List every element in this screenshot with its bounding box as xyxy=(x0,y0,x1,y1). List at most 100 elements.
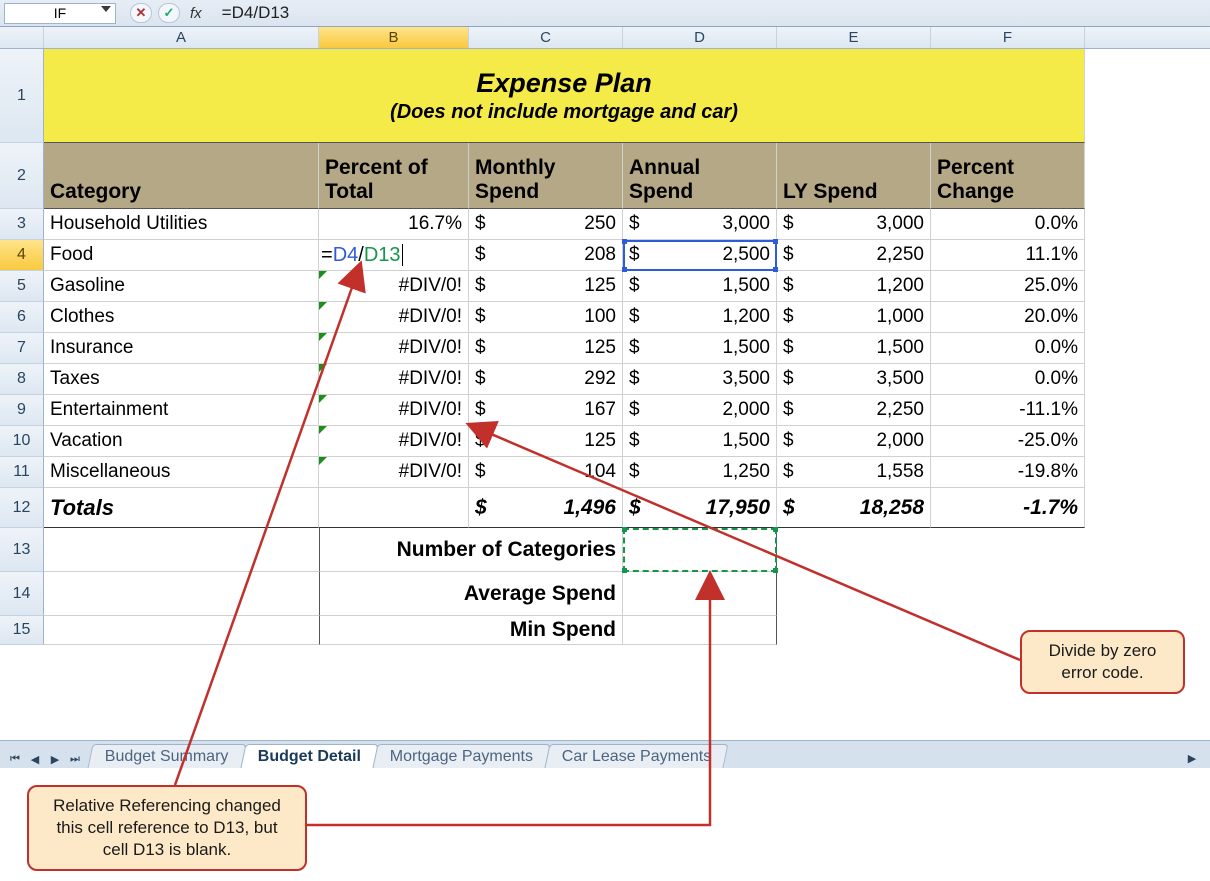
cell-b11[interactable]: #DIV/0! xyxy=(319,457,469,488)
cell-c11[interactable]: $104 xyxy=(469,457,623,488)
col-header-F[interactable]: F xyxy=(931,27,1085,48)
header-change[interactable]: Percent Change xyxy=(931,143,1085,209)
totals-b[interactable] xyxy=(319,488,469,528)
tab-nav-next[interactable]: ▶ xyxy=(46,750,64,768)
cell-e10[interactable]: $2,000 xyxy=(777,426,931,457)
cell-b4[interactable]: =D4/D13 xyxy=(319,240,469,271)
cell-f9[interactable]: -11.1% xyxy=(931,395,1085,426)
cell-a3[interactable]: Household Utilities xyxy=(44,209,319,240)
cell-c7[interactable]: $125 xyxy=(469,333,623,364)
tab-budget-detail[interactable]: Budget Detail xyxy=(240,744,378,768)
label-min-spend[interactable]: Min Spend xyxy=(319,616,623,645)
cell-e6[interactable]: $1,000 xyxy=(777,302,931,333)
tab-budget-summary[interactable]: Budget Summary xyxy=(87,744,246,768)
totals-d[interactable]: $17,950 xyxy=(623,488,777,528)
cell-a7[interactable]: Insurance xyxy=(44,333,319,364)
tab-scroll-right[interactable]: ▶ xyxy=(1182,748,1202,768)
row-header-1[interactable]: 1 xyxy=(0,49,44,143)
formula-input[interactable]: =D4/D13 xyxy=(222,3,290,23)
tab-car-lease[interactable]: Car Lease Payments xyxy=(544,744,729,768)
cell-c9[interactable]: $167 xyxy=(469,395,623,426)
cell-e7[interactable]: $1,500 xyxy=(777,333,931,364)
cell-b6[interactable]: #DIV/0! xyxy=(319,302,469,333)
cell-e4[interactable]: $2,250 xyxy=(777,240,931,271)
cell-a11[interactable]: Miscellaneous xyxy=(44,457,319,488)
col-header-C[interactable]: C xyxy=(469,27,623,48)
cell-b10[interactable]: #DIV/0! xyxy=(319,426,469,457)
col-header-E[interactable]: E xyxy=(777,27,931,48)
cell-d3[interactable]: $3,000 xyxy=(623,209,777,240)
name-box[interactable]: IF xyxy=(4,3,116,24)
cell-b9[interactable]: #DIV/0! xyxy=(319,395,469,426)
tab-nav-last[interactable]: ⏭ xyxy=(66,750,84,768)
cell-d6[interactable]: $1,200 xyxy=(623,302,777,333)
select-all-cell[interactable] xyxy=(0,27,44,48)
cell-a4[interactable]: Food xyxy=(44,240,319,271)
cell-a5[interactable]: Gasoline xyxy=(44,271,319,302)
cell-f7[interactable]: 0.0% xyxy=(931,333,1085,364)
cell-a14[interactable] xyxy=(44,572,319,616)
cell-d4[interactable]: $2,500 xyxy=(623,240,777,271)
cell-c4[interactable]: $208 xyxy=(469,240,623,271)
cell-d10[interactable]: $1,500 xyxy=(623,426,777,457)
cell-f10[interactable]: -25.0% xyxy=(931,426,1085,457)
row-header-15[interactable]: 15 xyxy=(0,616,44,645)
cell-c8[interactable]: $292 xyxy=(469,364,623,395)
row-header-6[interactable]: 6 xyxy=(0,302,44,333)
cell-d15[interactable] xyxy=(623,616,777,645)
cell-a9[interactable]: Entertainment xyxy=(44,395,319,426)
cell-b7[interactable]: #DIV/0! xyxy=(319,333,469,364)
row-header-13[interactable]: 13 xyxy=(0,528,44,572)
row-header-5[interactable]: 5 xyxy=(0,271,44,302)
cell-d8[interactable]: $3,500 xyxy=(623,364,777,395)
totals-e[interactable]: $18,258 xyxy=(777,488,931,528)
cell-d9[interactable]: $2,000 xyxy=(623,395,777,426)
row-header-11[interactable]: 11 xyxy=(0,457,44,488)
cell-f3[interactable]: 0.0% xyxy=(931,209,1085,240)
label-avg-spend[interactable]: Average Spend xyxy=(319,572,623,616)
dropdown-icon[interactable] xyxy=(101,6,111,12)
header-category[interactable]: Category xyxy=(44,143,319,209)
header-annual[interactable]: Annual Spend xyxy=(623,143,777,209)
cell-c6[interactable]: $100 xyxy=(469,302,623,333)
tab-mortgage[interactable]: Mortgage Payments xyxy=(372,744,550,768)
enter-formula-button[interactable]: ✓ xyxy=(158,3,180,23)
row-header-8[interactable]: 8 xyxy=(0,364,44,395)
cell-d13[interactable] xyxy=(623,528,777,572)
row-header-4[interactable]: 4 xyxy=(0,240,44,271)
row-header-3[interactable]: 3 xyxy=(0,209,44,240)
tab-nav-prev[interactable]: ◀ xyxy=(26,750,44,768)
header-monthly[interactable]: Monthly Spend xyxy=(469,143,623,209)
title-cell[interactable]: Expense Plan (Does not include mortgage … xyxy=(44,49,1085,143)
cell-e9[interactable]: $2,250 xyxy=(777,395,931,426)
label-num-categories[interactable]: Number of Categories xyxy=(319,528,623,572)
cell-e3[interactable]: $3,000 xyxy=(777,209,931,240)
spreadsheet-grid[interactable]: 1 Expense Plan (Does not include mortgag… xyxy=(0,49,1210,642)
totals-label[interactable]: Totals xyxy=(44,488,319,528)
cell-f6[interactable]: 20.0% xyxy=(931,302,1085,333)
cell-d5[interactable]: $1,500 xyxy=(623,271,777,302)
cell-b8[interactable]: #DIV/0! xyxy=(319,364,469,395)
col-header-D[interactable]: D xyxy=(623,27,777,48)
cell-f11[interactable]: -19.8% xyxy=(931,457,1085,488)
totals-c[interactable]: $1,496 xyxy=(469,488,623,528)
cell-a10[interactable]: Vacation xyxy=(44,426,319,457)
header-ly[interactable]: LY Spend xyxy=(777,143,931,209)
cell-d7[interactable]: $1,500 xyxy=(623,333,777,364)
cell-e5[interactable]: $1,200 xyxy=(777,271,931,302)
cell-c3[interactable]: $250 xyxy=(469,209,623,240)
tab-nav-first[interactable]: ⏮ xyxy=(6,750,24,768)
cell-d11[interactable]: $1,250 xyxy=(623,457,777,488)
cell-c5[interactable]: $125 xyxy=(469,271,623,302)
row-header-14[interactable]: 14 xyxy=(0,572,44,616)
cell-a6[interactable]: Clothes xyxy=(44,302,319,333)
cell-f5[interactable]: 25.0% xyxy=(931,271,1085,302)
col-header-B[interactable]: B xyxy=(319,27,469,48)
row-header-9[interactable]: 9 xyxy=(0,395,44,426)
row-header-10[interactable]: 10 xyxy=(0,426,44,457)
cell-b3[interactable]: 16.7% xyxy=(319,209,469,240)
cell-c10[interactable]: $125 xyxy=(469,426,623,457)
fx-icon[interactable]: fx xyxy=(190,5,202,22)
cell-f4[interactable]: 11.1% xyxy=(931,240,1085,271)
row-header-2[interactable]: 2 xyxy=(0,143,44,209)
